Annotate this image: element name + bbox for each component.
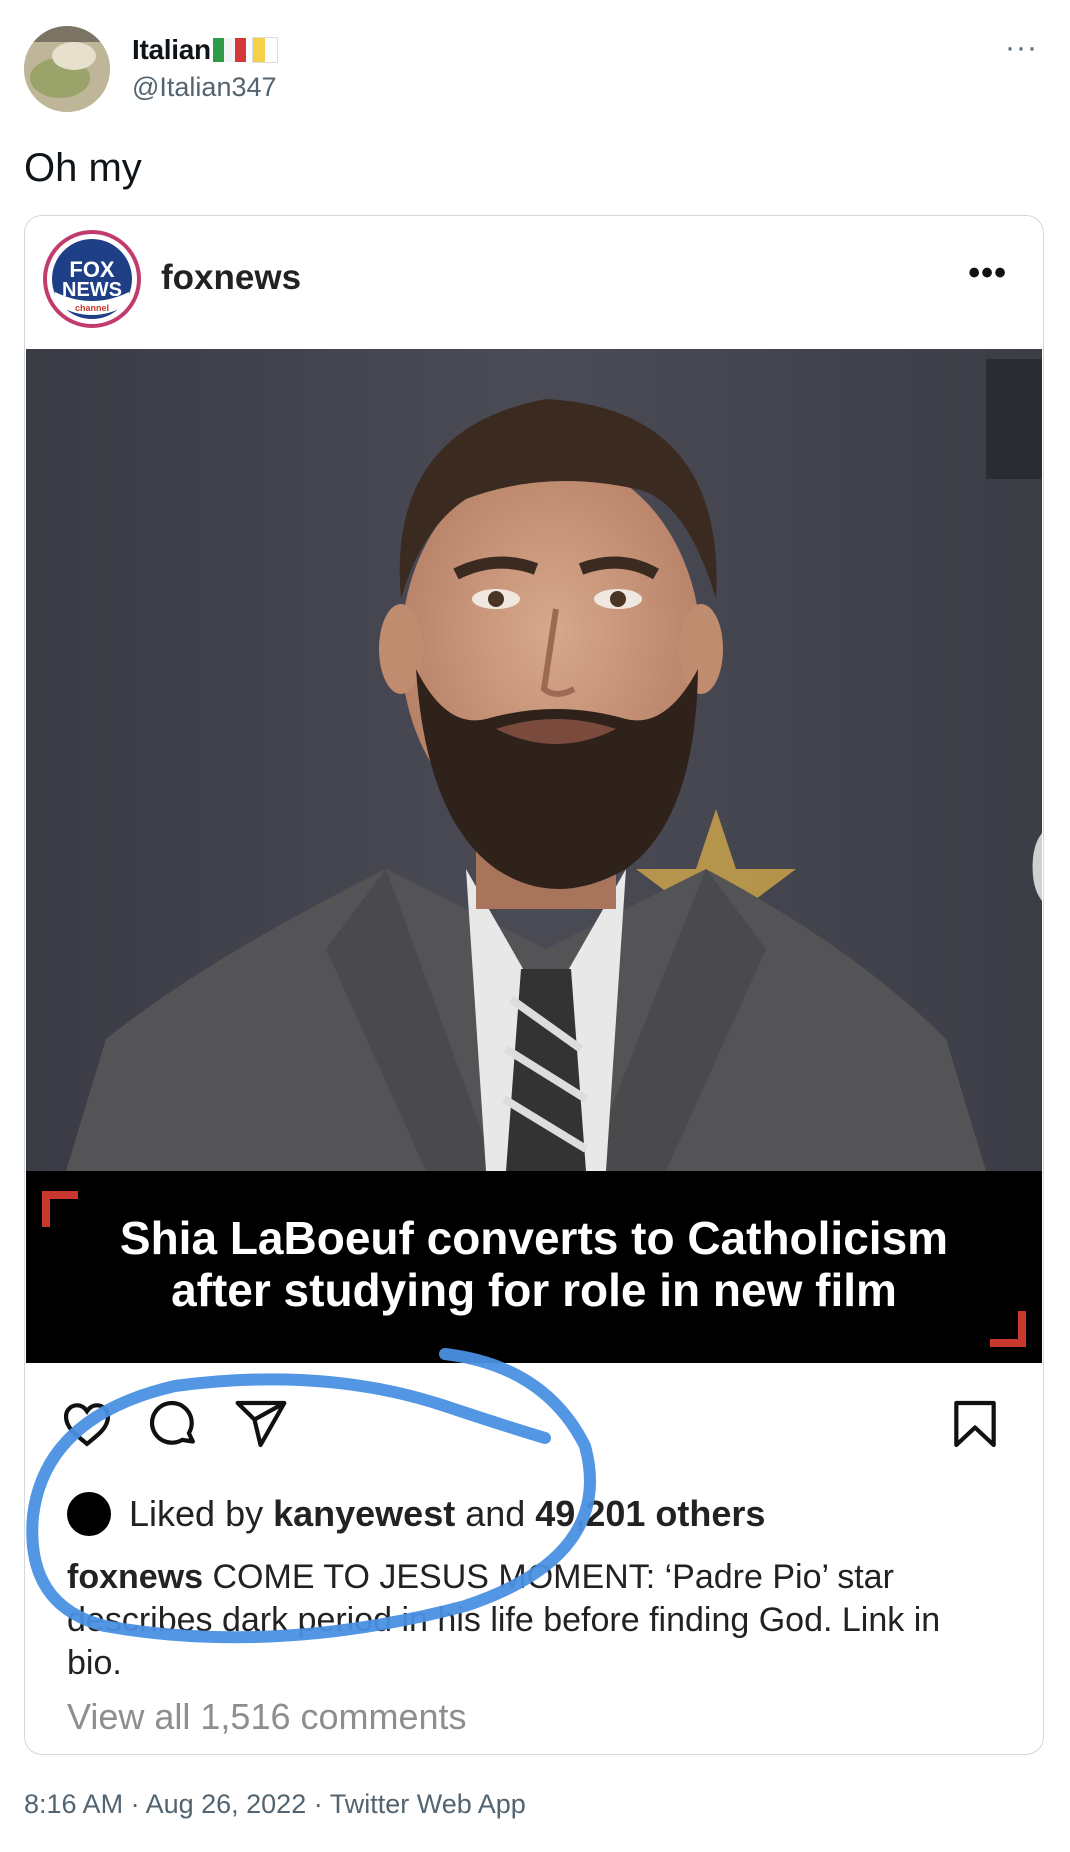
tweet-text: Oh my (24, 146, 142, 190)
post-author[interactable]: foxnews (67, 1558, 203, 1596)
post-caption: foxnews COME TO JESUS MOMENT: ‘Padre Pio… (67, 1556, 997, 1685)
vatican-flag-icon (251, 37, 278, 63)
heart-icon[interactable] (59, 1396, 115, 1452)
italy-flag-icon (212, 38, 246, 62)
more-options-icon[interactable]: ··· (1005, 33, 1038, 63)
foxnews-logo-icon[interactable]: FOX NEWS channel (43, 230, 141, 328)
share-icon[interactable] (233, 1396, 289, 1452)
headline-banner: Shia LaBoeuf converts to Catholicism aft… (26, 1171, 1042, 1363)
instagram-username[interactable]: foxnews (161, 258, 301, 298)
instagram-post-header: FOX NEWS channel foxnews ••• (25, 216, 1043, 348)
author-handle[interactable]: @Italian347 (132, 72, 277, 103)
headline-line-2: after studying for role in new film (171, 1264, 897, 1316)
liked-user[interactable]: kanyewest (273, 1493, 455, 1535)
author-name[interactable]: Italian (132, 34, 278, 66)
logo-news-text: NEWS (62, 279, 122, 301)
author-name-text[interactable]: Italian (132, 34, 211, 66)
svg-text:d: d (1026, 764, 1042, 943)
author-avatar[interactable] (24, 26, 110, 112)
post-photo: d (26, 349, 1042, 1171)
comment-icon[interactable] (145, 1396, 201, 1452)
logo-channel-text: channel (75, 303, 109, 313)
view-comments-link[interactable]: View all 1,516 comments (67, 1696, 467, 1738)
liked-suffix: and (455, 1493, 536, 1534)
liker-avatar[interactable] (67, 1492, 111, 1536)
headline-line-1: Shia LaBoeuf converts to Catholicism (119, 1212, 949, 1264)
post-actions (25, 1366, 1043, 1486)
post-more-icon[interactable]: ••• (968, 254, 1007, 293)
likes-summary[interactable]: Liked by kanyewest and 49,201 others (67, 1492, 765, 1536)
embedded-image[interactable]: FOX NEWS channel foxnews ••• Shia LaBoeu… (24, 215, 1044, 1755)
liked-count[interactable]: 49,201 others (535, 1493, 765, 1535)
tweet-timestamp[interactable]: 8:16 AM · Aug 26, 2022 · Twitter Web App (24, 1789, 526, 1820)
liked-prefix: Liked by (129, 1493, 274, 1534)
corner-bracket-bottom-right (990, 1311, 1026, 1347)
bookmark-icon[interactable] (947, 1396, 1003, 1452)
